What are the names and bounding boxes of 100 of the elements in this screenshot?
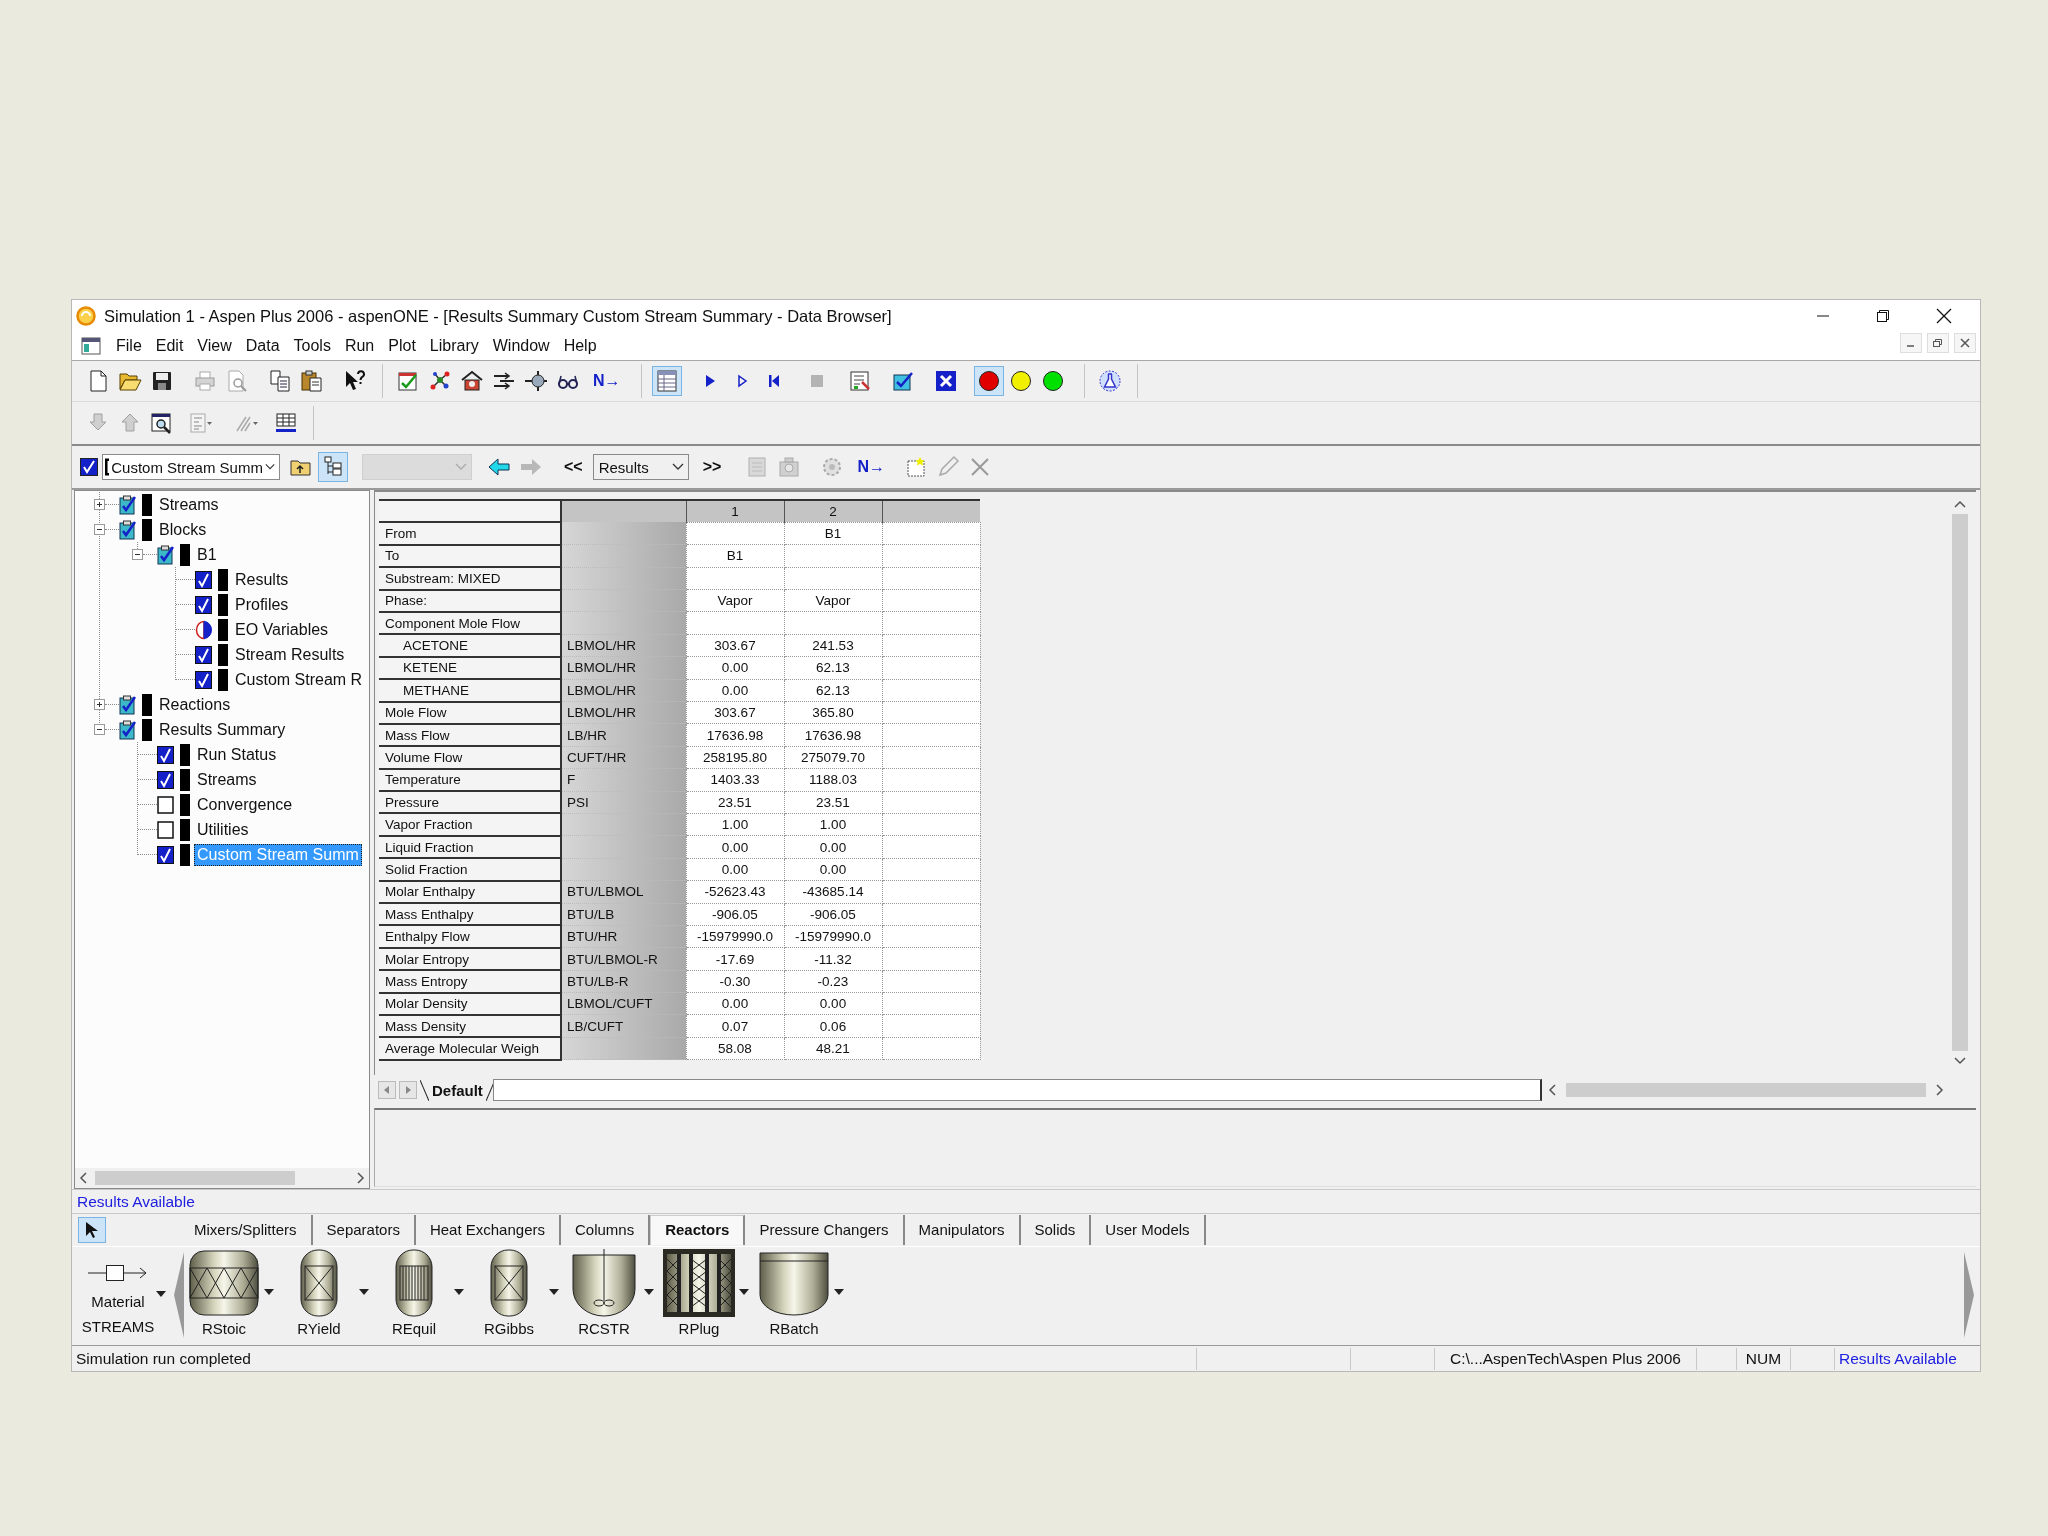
collapse-icon[interactable] [94, 724, 105, 735]
menu-item[interactable]: Data [238, 337, 287, 355]
palette-tab[interactable]: Reactors [650, 1215, 746, 1245]
restore-icon[interactable] [1927, 333, 1949, 353]
tree-item[interactable]: Profiles [232, 593, 292, 616]
row-header: Temperature [379, 768, 561, 792]
menu-item[interactable]: Edit [148, 337, 191, 355]
tree-item[interactable]: B1 [194, 543, 220, 566]
scroll-left-icon[interactable] [79, 1172, 89, 1184]
table-cell: 258195.80 [686, 746, 784, 769]
menu-item[interactable]: Window [485, 337, 557, 355]
scroll-right-icon[interactable] [1934, 1084, 1944, 1096]
back-arrow-icon[interactable] [487, 455, 511, 479]
tree-item[interactable]: Custom Stream R [232, 668, 366, 691]
next-button[interactable]: N→ [589, 372, 625, 390]
caret-icon[interactable] [454, 1289, 464, 1295]
menu-item[interactable]: Run [337, 337, 382, 355]
model-button[interactable]: RGibbs [469, 1247, 549, 1337]
marker-bar-icon [218, 643, 228, 666]
horizontal-scrollbar[interactable] [75, 1168, 369, 1188]
copy-icon[interactable] [268, 369, 292, 393]
report-icon[interactable] [847, 369, 872, 393]
menu-item[interactable]: Plot [381, 337, 423, 355]
tree-item[interactable]: Reactions [156, 693, 234, 716]
model-button[interactable]: RYield [279, 1247, 359, 1337]
paste-icon[interactable] [300, 369, 324, 393]
tree-item[interactable]: Run Status [194, 743, 280, 766]
document-icon[interactable] [81, 337, 101, 355]
section-select[interactable]: Results [592, 454, 689, 480]
tree-item[interactable]: Results [232, 568, 292, 591]
cancel-box-icon[interactable] [933, 369, 958, 393]
caret-icon[interactable] [264, 1289, 274, 1295]
caret-icon[interactable] [549, 1289, 559, 1295]
palette-tab[interactable]: User Models [1091, 1215, 1206, 1245]
flask-icon[interactable] [1097, 369, 1122, 393]
scroll-up-icon[interactable] [1954, 500, 1966, 510]
caret-icon[interactable] [156, 1291, 166, 1297]
status-light-icon[interactable] [1041, 370, 1064, 392]
tree-item[interactable]: Streams [156, 493, 222, 516]
tree-item[interactable]: Results Summary [156, 718, 289, 741]
tab-right-icon[interactable] [399, 1081, 417, 1099]
caret-icon[interactable] [739, 1289, 749, 1295]
close-icon[interactable] [1936, 308, 1952, 324]
menu-item[interactable]: Library [422, 337, 486, 355]
print-preview-icon[interactable] [225, 369, 249, 393]
table-cell: -43685.14 [784, 880, 882, 904]
palette-tab[interactable]: Pressure Changers [745, 1215, 905, 1245]
menu-item[interactable]: Tools [286, 337, 338, 355]
model-button[interactable]: RBatch [754, 1247, 834, 1337]
grid-icon[interactable] [274, 411, 298, 435]
status-light-icon[interactable] [1009, 370, 1032, 392]
tree-item[interactable]: Blocks [156, 518, 210, 541]
restore-icon[interactable] [1876, 309, 1890, 323]
caret-icon[interactable] [834, 1289, 844, 1295]
save-icon[interactable] [150, 369, 174, 393]
tree-item[interactable]: Utilities [194, 818, 252, 841]
house-icon[interactable] [460, 369, 484, 393]
stream-arrows-icon[interactable] [492, 369, 516, 393]
next-section-button[interactable]: >> [698, 458, 726, 476]
tree-item[interactable]: Stream Results [232, 643, 348, 666]
menu-item[interactable]: File [109, 337, 149, 355]
tree-item[interactable]: EO Variables [232, 618, 332, 641]
model-button[interactable]: REquil [374, 1247, 454, 1337]
select-field[interactable] [362, 454, 472, 480]
table-cell: 17636.98 [784, 723, 882, 747]
caret-icon[interactable] [359, 1289, 369, 1295]
expand-icon[interactable] [94, 499, 105, 510]
model-button[interactable]: RCSTR [564, 1247, 644, 1337]
previous-button[interactable]: << [560, 458, 587, 476]
palette-tab[interactable]: Mixers/Splitters [180, 1215, 313, 1245]
form-check-icon[interactable] [396, 369, 420, 393]
minimize-icon[interactable] [1900, 333, 1922, 353]
palette-tab[interactable]: Heat Exchangers [415, 1215, 561, 1245]
model-button[interactable]: RPlug [659, 1247, 739, 1337]
scroll-down-icon[interactable] [1954, 1055, 1966, 1065]
tree-item[interactable]: Convergence [194, 793, 296, 816]
select-tool-button[interactable] [78, 1217, 106, 1243]
window-search-icon[interactable] [150, 411, 174, 435]
scroll-right-icon[interactable] [355, 1172, 365, 1184]
checkmark-box-icon[interactable] [80, 458, 98, 476]
scroll-left-icon[interactable] [1548, 1084, 1558, 1096]
sheet-tab[interactable]: Default [420, 1079, 495, 1101]
expand-icon[interactable] [94, 699, 105, 710]
menu-item[interactable]: Help [556, 337, 604, 355]
palette-tab[interactable]: Separators [312, 1215, 416, 1245]
stream-tool-button[interactable]: Material STREAMS [76, 1247, 160, 1339]
next-button[interactable]: N→ [853, 458, 889, 476]
collapse-icon[interactable] [94, 524, 105, 535]
status-light-button[interactable] [973, 366, 1004, 396]
model-button[interactable]: RStoic [184, 1247, 264, 1337]
block-icon[interactable] [524, 369, 548, 393]
menu-item[interactable]: View [190, 337, 239, 355]
palette-tab[interactable]: Manipulators [904, 1215, 1021, 1245]
collapse-icon[interactable] [132, 549, 143, 560]
help-pointer-icon[interactable] [343, 369, 367, 393]
form-select[interactable]: Custom Stream Summ [102, 454, 280, 480]
palette-tab[interactable]: Solids [1020, 1215, 1092, 1245]
tab-left-icon[interactable] [378, 1081, 396, 1099]
tree-item[interactable]: Streams [194, 768, 260, 791]
caret-icon[interactable] [644, 1289, 654, 1295]
